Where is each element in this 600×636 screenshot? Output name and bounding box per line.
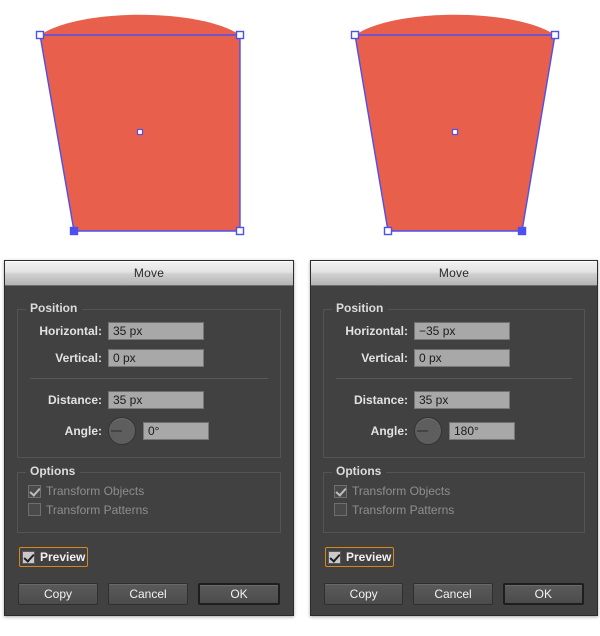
anchor-bottom-left-selected-icon[interactable] (69, 226, 79, 236)
vertical-label: Vertical: (361, 351, 408, 365)
position-divider (336, 378, 572, 379)
preview-label: Preview (346, 550, 392, 564)
vertical-input[interactable] (414, 349, 510, 367)
anchor-top-left-icon[interactable] (350, 30, 360, 40)
checkbox-unchecked-icon (334, 503, 347, 516)
left-shape-path[interactable] (40, 14, 240, 231)
angle-dial-needle-icon (111, 430, 122, 432)
group-border-left (17, 472, 26, 473)
angle-dial-icon[interactable] (108, 417, 136, 445)
position-divider (30, 378, 268, 379)
group-border-left (323, 309, 332, 310)
transform-patterns-label: Transform Patterns (352, 502, 455, 517)
angle-row: Angle: (334, 417, 574, 445)
distance-label: Distance: (353, 393, 408, 407)
dialog-title: Move (438, 266, 470, 280)
preview-label: Preview (40, 550, 86, 564)
vertical-label: Vertical: (55, 351, 102, 365)
distance-label: Distance: (47, 393, 102, 407)
vertical-row: Vertical: (28, 348, 270, 368)
distance-row: Distance: (28, 390, 270, 410)
copy-button[interactable]: Copy (18, 583, 98, 605)
options-group-legend: Options (27, 464, 81, 478)
angle-label: Angle: (370, 424, 408, 438)
transform-patterns-checkbox[interactable]: Transform Patterns (28, 503, 148, 517)
preview-checkbox[interactable]: Preview (325, 547, 395, 567)
position-group-legend: Position (27, 301, 83, 315)
anchor-bottom-left-icon[interactable] (383, 226, 393, 236)
horizontal-input[interactable] (414, 322, 510, 340)
dialog-button-bar: Copy Cancel OK (17, 583, 281, 605)
checkbox-checked-icon (328, 550, 341, 564)
right-shape-group[interactable] (300, 0, 600, 252)
preview-checkbox[interactable]: Preview (19, 547, 89, 567)
screenshot-root: Move Position Horizontal: Vertical: Dist… (0, 0, 600, 636)
move-dialog-right: Move Position Horizontal: Vertical: Dist… (310, 260, 598, 616)
transform-patterns-checkbox[interactable]: Transform Patterns (334, 503, 454, 517)
distance-input[interactable] (414, 391, 510, 409)
distance-row: Distance: (334, 390, 574, 410)
angle-dial-icon[interactable] (414, 417, 442, 445)
horizontal-label: Horizontal: (39, 324, 102, 338)
vertical-input[interactable] (108, 349, 204, 367)
cancel-button[interactable]: Cancel (413, 583, 493, 605)
move-dialog-left: Move Position Horizontal: Vertical: Dist… (4, 260, 294, 616)
transform-objects-checkbox[interactable]: Transform Objects (28, 484, 144, 498)
checkbox-checked-icon (334, 484, 347, 498)
vertical-row: Vertical: (334, 348, 574, 368)
anchor-bottom-right-selected-icon[interactable] (517, 226, 527, 236)
anchor-top-right-icon[interactable] (550, 30, 560, 40)
position-group: Position Horizontal: Vertical: Distance:… (17, 301, 281, 458)
options-group: Options Transform Objects Transform Patt… (323, 464, 585, 533)
transform-patterns-label: Transform Patterns (46, 502, 149, 517)
right-shape-path[interactable] (355, 14, 555, 231)
group-border-right (70, 472, 281, 473)
left-shape-group[interactable] (0, 0, 300, 252)
angle-dial-needle-icon (417, 430, 428, 432)
distance-input[interactable] (108, 391, 204, 409)
dialog-titlebar[interactable]: Move (311, 261, 597, 286)
dialog-body: Position Horizontal: Vertical: Distance:… (5, 286, 293, 616)
group-border-right (74, 309, 281, 310)
anchor-top-left-icon[interactable] (35, 30, 45, 40)
horizontal-row: Horizontal: (28, 321, 270, 341)
center-point-icon[interactable] (451, 128, 459, 136)
angle-input[interactable] (143, 422, 209, 440)
transform-objects-label: Transform Objects (352, 484, 451, 498)
options-group-legend: Options (333, 464, 387, 478)
position-group: Position Horizontal: Vertical: Distance:… (323, 301, 585, 458)
group-border-left (323, 472, 332, 473)
group-border-right (376, 472, 585, 473)
center-point-icon[interactable] (136, 128, 144, 136)
transform-objects-label: Transform Objects (46, 484, 145, 498)
horizontal-label: Horizontal: (345, 324, 408, 338)
ok-button[interactable]: OK (198, 583, 280, 605)
dialog-body: Position Horizontal: Vertical: Distance:… (311, 286, 597, 616)
options-group: Options Transform Objects Transform Patt… (17, 464, 281, 533)
copy-button[interactable]: Copy (324, 583, 404, 605)
ok-button[interactable]: OK (502, 583, 584, 605)
transform-objects-checkbox[interactable]: Transform Objects (334, 484, 450, 498)
cancel-button[interactable]: Cancel (108, 583, 188, 605)
angle-row: Angle: (28, 417, 270, 445)
anchor-bottom-right-icon[interactable] (235, 226, 245, 236)
checkbox-checked-icon (22, 550, 35, 564)
group-border-left (17, 309, 26, 310)
horizontal-row: Horizontal: (334, 321, 574, 341)
dialog-titlebar[interactable]: Move (5, 261, 293, 286)
horizontal-input[interactable] (108, 322, 204, 340)
anchor-top-right-icon[interactable] (235, 30, 245, 40)
dialog-title: Move (133, 266, 165, 280)
position-group-legend: Position (333, 301, 389, 315)
angle-input[interactable] (449, 422, 515, 440)
checkbox-checked-icon (28, 484, 41, 498)
angle-label: Angle: (64, 424, 102, 438)
artboard-canvas (0, 0, 600, 252)
dialog-button-bar: Copy Cancel OK (323, 583, 585, 605)
group-border-right (380, 309, 585, 310)
checkbox-unchecked-icon (28, 503, 41, 516)
